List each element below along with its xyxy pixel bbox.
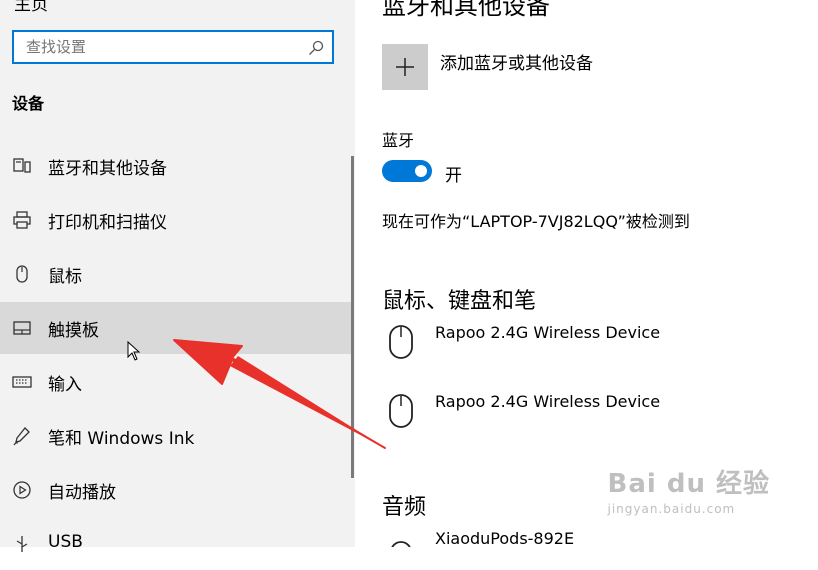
sidebar-item-label: 触摸板 bbox=[48, 321, 99, 341]
mouse-cursor-icon bbox=[127, 341, 141, 361]
main-content: 蓝牙和其他设备 添加蓝牙或其他设备 蓝牙 开 现在可作为“LAPTOP-7VJ8… bbox=[355, 0, 818, 547]
pen-icon bbox=[13, 427, 30, 446]
sidebar-item-label: 输入 bbox=[48, 375, 82, 395]
autoplay-icon bbox=[13, 481, 31, 499]
sidebar-item-bluetooth[interactable]: 蓝牙和其他设备 bbox=[0, 140, 352, 192]
search-icon[interactable] bbox=[308, 40, 324, 56]
sidebar-item-label: 笔和 Windows Ink bbox=[48, 429, 195, 449]
keyboard-icon bbox=[12, 376, 32, 388]
sidebar-item-printers[interactable]: 打印机和扫描仪 bbox=[0, 194, 352, 246]
mouse-section-heading: 鼠标、键盘和笔 bbox=[382, 289, 537, 314]
headphones-icon bbox=[391, 541, 411, 547]
mouse-icon bbox=[389, 325, 413, 359]
device-name[interactable]: Rapoo 2.4G Wireless Device bbox=[435, 392, 660, 411]
sidebar-item-mouse[interactable]: 鼠标 bbox=[0, 248, 352, 300]
settings-sidebar: 主页 设备 蓝牙和其他设备 打印机和扫描仪 鼠标 bbox=[0, 0, 355, 552]
toggle-knob bbox=[415, 165, 427, 177]
bluetooth-toggle[interactable] bbox=[382, 160, 432, 182]
usb-icon bbox=[16, 536, 28, 552]
sidebar-item-usb[interactable]: USB bbox=[0, 518, 352, 570]
add-device-button[interactable] bbox=[382, 44, 428, 90]
mouse-icon bbox=[389, 394, 413, 428]
sidebar-item-label: 蓝牙和其他设备 bbox=[48, 159, 167, 179]
audio-section-heading: 音频 bbox=[382, 495, 427, 520]
plus-icon bbox=[396, 58, 414, 76]
printer-icon bbox=[13, 211, 31, 229]
sidebar-scrollbar[interactable] bbox=[351, 156, 354, 478]
device-name[interactable]: XiaoduPods-892E bbox=[435, 529, 574, 547]
search-input[interactable] bbox=[26, 38, 306, 56]
sidebar-item-label: 自动播放 bbox=[48, 483, 116, 503]
page-title: 蓝牙和其他设备 bbox=[382, 0, 550, 20]
section-title: 设备 bbox=[12, 94, 45, 113]
device-name[interactable]: Rapoo 2.4G Wireless Device bbox=[435, 323, 660, 342]
add-device-label[interactable]: 添加蓝牙或其他设备 bbox=[440, 49, 593, 74]
sidebar-item-autoplay[interactable]: 自动播放 bbox=[0, 464, 352, 516]
sidebar-item-typing[interactable]: 输入 bbox=[0, 356, 352, 408]
touchpad-icon bbox=[13, 321, 31, 335]
search-box[interactable] bbox=[12, 30, 334, 64]
mouse-icon bbox=[16, 265, 28, 283]
bluetooth-devices-icon bbox=[13, 158, 31, 173]
bluetooth-label: 蓝牙 bbox=[382, 131, 415, 150]
baidu-jingyan-watermark: Bai du 经验 jingyan.baidu.com bbox=[607, 469, 770, 516]
sidebar-item-touchpad[interactable]: 触摸板 bbox=[0, 302, 352, 354]
sidebar-item-label: 鼠标 bbox=[48, 267, 82, 287]
home-link[interactable]: 主页 bbox=[14, 0, 48, 15]
bluetooth-state: 开 bbox=[445, 166, 462, 186]
sidebar-item-pen[interactable]: 笔和 Windows Ink bbox=[0, 410, 352, 462]
sidebar-item-label: 打印机和扫描仪 bbox=[48, 213, 167, 233]
sidebar-item-label: USB bbox=[48, 532, 83, 552]
discoverable-text: 现在可作为“LAPTOP-7VJ82LQQ”被检测到 bbox=[382, 212, 690, 231]
